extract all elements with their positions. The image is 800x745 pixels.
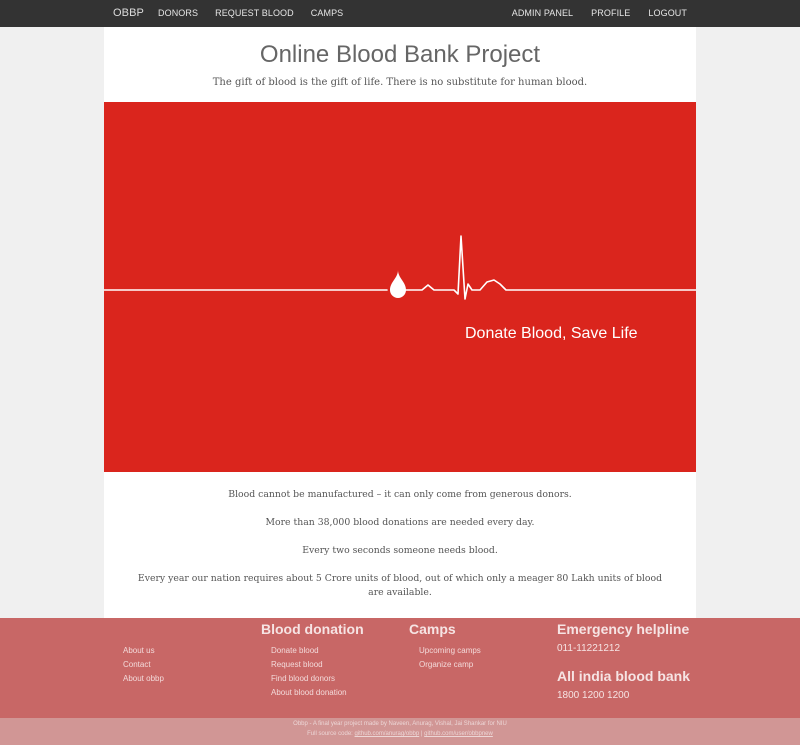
- all-india-phone: 1800 1200 1200: [557, 690, 630, 701]
- footer-emergency-heading: Emergency helpline: [557, 621, 690, 637]
- fact-text: More than 38,000 blood donations are nee…: [265, 517, 535, 528]
- footer-all-india-heading: All india blood bank: [557, 668, 690, 684]
- credits-bar: Obbp - A final year project made by Nave…: [0, 718, 800, 745]
- page-tagline: The gift of blood is the gift of life. T…: [212, 77, 588, 88]
- footer-camps-column: Camps Upcoming camps Organize camp: [409, 618, 481, 672]
- fact-text: Every year our nation requires about 5 C…: [137, 573, 663, 598]
- footer-find-donors-link[interactable]: Find blood donors: [271, 672, 364, 686]
- source-link-2[interactable]: github.com/user/obbpnew: [424, 731, 493, 737]
- footer-blood-donation-heading: Blood donation: [261, 621, 364, 637]
- nav-request-blood[interactable]: REQUEST BLOOD: [215, 0, 294, 27]
- footer-about-column: About us Contact About obbp: [123, 644, 164, 686]
- hero-slogan: Donate Blood, Save Life: [465, 325, 638, 342]
- credit-text: Obbp - A final year project made by Nave…: [293, 721, 507, 727]
- page-title: Online Blood Bank Project: [259, 41, 541, 68]
- nav-right: ADMIN PANEL PROFILE LOGOUT: [512, 0, 687, 27]
- heartbeat-graphic: [104, 235, 696, 300]
- footer-about-donation-link[interactable]: About blood donation: [271, 686, 364, 700]
- footer-upcoming-camps-link[interactable]: Upcoming camps: [419, 644, 481, 658]
- footer-donate-blood-link[interactable]: Donate blood: [271, 644, 364, 658]
- emergency-phone: 011-11221212: [557, 643, 621, 654]
- source-prefix: Full source code:: [307, 731, 353, 737]
- nav-left: DONORS REQUEST BLOOD CAMPS: [158, 0, 343, 27]
- fact-text: Every two seconds someone needs blood.: [302, 545, 498, 556]
- source-line: Full source code: github.com/anurag/obbp…: [0, 729, 800, 739]
- footer-organize-camp-link[interactable]: Organize camp: [419, 658, 481, 672]
- site-footer: About us Contact About obbp Blood donati…: [0, 618, 800, 718]
- hero-banner: Donate Blood, Save Life: [104, 102, 696, 472]
- nav-admin-panel[interactable]: ADMIN PANEL: [512, 0, 573, 27]
- footer-helpline-column: Emergency helpline 011-11221212 All indi…: [557, 618, 690, 701]
- nav-logout[interactable]: LOGOUT: [648, 0, 687, 27]
- footer-about-obbp-link[interactable]: About obbp: [123, 672, 164, 686]
- facts-section: Blood cannot be manufactured – it can on…: [104, 488, 696, 614]
- footer-about-us-link[interactable]: About us: [123, 644, 164, 658]
- brand-link[interactable]: OBBP: [113, 0, 144, 27]
- nav-profile[interactable]: PROFILE: [591, 0, 630, 27]
- footer-camps-heading: Camps: [409, 621, 456, 637]
- top-navbar: OBBP DONORS REQUEST BLOOD CAMPS ADMIN PA…: [0, 0, 800, 27]
- footer-contact-link[interactable]: Contact: [123, 658, 164, 672]
- source-separator: |: [420, 731, 423, 737]
- nav-donors[interactable]: DONORS: [158, 0, 198, 27]
- blood-drop-icon: [390, 270, 406, 298]
- nav-camps[interactable]: CAMPS: [311, 0, 344, 27]
- source-link-1[interactable]: github.com/anurag/obbp: [355, 731, 420, 737]
- fact-text: Blood cannot be manufactured – it can on…: [228, 489, 572, 500]
- footer-blood-donation-column: Blood donation Donate blood Request bloo…: [261, 618, 364, 700]
- footer-request-blood-link[interactable]: Request blood: [271, 658, 364, 672]
- main-card: Online Blood Bank Project The gift of bl…: [104, 27, 696, 618]
